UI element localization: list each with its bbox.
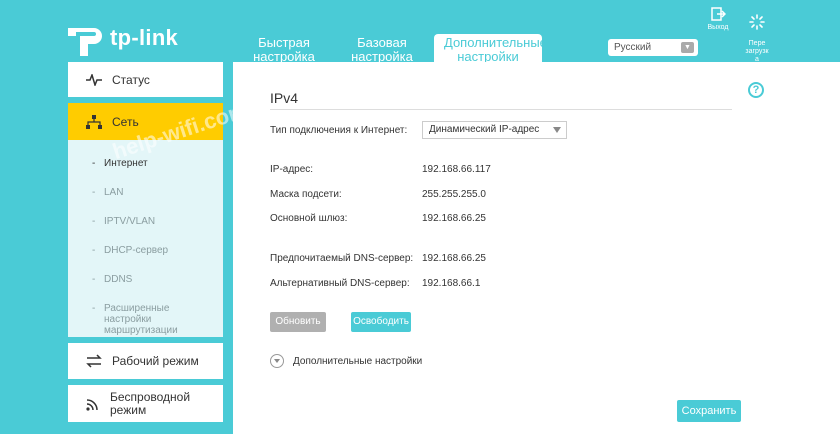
sidebar-subitem-ddns[interactable]: DDNS: [68, 274, 223, 285]
sidebar-item-wireless[interactable]: Беспроводной режим: [68, 385, 223, 422]
primary-dns-label: Предпочитаемый DNS-сервер:: [270, 253, 414, 264]
network-icon: [86, 114, 102, 129]
sidebar-item-status[interactable]: Статус: [68, 62, 223, 97]
section-title: IPv4: [270, 90, 299, 106]
connection-type-value: Динамический IP-адрес: [429, 124, 540, 135]
gateway-value: 192.168.66.25: [422, 213, 486, 224]
language-value: Русский: [614, 42, 652, 53]
tab-advanced[interactable]: Дополнительные настройки: [434, 34, 547, 64]
save-button[interactable]: Сохранить: [677, 400, 741, 422]
advanced-settings-label: Дополнительные настройки: [293, 355, 423, 367]
logout-label: Выход: [707, 24, 729, 31]
sidebar-item-label: Рабочий режим: [112, 354, 199, 368]
sidebar-item-operation-mode[interactable]: Рабочий режим: [68, 343, 223, 379]
reboot-button[interactable]: Пере загрузк а: [741, 6, 773, 64]
sidebar: Статус Сеть Интернет LAN IPTV/VLAN DHCP-…: [68, 62, 223, 428]
primary-dns-value: 192.168.66.25: [422, 253, 486, 264]
reboot-icon: [749, 14, 765, 30]
reboot-label: Пере загрузк а: [745, 40, 769, 63]
logout-button[interactable]: Выход: [702, 6, 734, 32]
sidebar-subitem-iptv[interactable]: IPTV/VLAN: [68, 216, 223, 227]
secondary-dns-label: Альтернативный DNS-сервер:: [270, 278, 410, 289]
language-select[interactable]: Русский ▼: [608, 39, 698, 56]
pulse-icon: [86, 73, 102, 86]
section-divider: [270, 109, 732, 110]
subnet-mask-value: 255.255.255.0: [422, 189, 486, 200]
swap-icon: [86, 354, 102, 368]
sidebar-item-label: Беспроводной режим: [110, 389, 191, 417]
connection-type-select[interactable]: Динамический IP-адрес: [422, 121, 567, 139]
sidebar-subitem-dhcp[interactable]: DHCP-сервер: [68, 245, 223, 256]
network-submenu: Интернет LAN IPTV/VLAN DHCP-сервер DDNS …: [68, 140, 223, 337]
ip-address-value: 192.168.66.117: [422, 164, 491, 175]
renew-button[interactable]: Обновить: [270, 312, 326, 332]
main-panel: ? IPv4 Тип подключения к Интернет: Динам…: [233, 62, 840, 434]
wifi-icon: [86, 398, 98, 411]
chevron-down-icon: [553, 127, 561, 133]
advanced-settings-toggle[interactable]: Дополнительные настройки: [270, 354, 422, 368]
secondary-dns-value: 192.168.66.1: [422, 278, 481, 289]
tp-link-logo: tp-link: [66, 18, 178, 58]
subnet-mask-label: Маска подсети:: [270, 189, 342, 200]
sidebar-item-label: Статус: [112, 72, 150, 87]
chevron-down-circle-icon: [270, 354, 284, 368]
sidebar-item-network[interactable]: Сеть: [68, 103, 223, 140]
logo-text: tp-link: [110, 25, 179, 50]
help-icon[interactable]: ?: [748, 82, 764, 98]
sidebar-item-label: Сеть: [112, 114, 139, 129]
sidebar-subitem-routing[interactable]: Расширенные настройки маршрутизации: [68, 303, 223, 336]
sidebar-subitem-internet[interactable]: Интернет: [68, 158, 223, 169]
ip-address-label: IP-адрес:: [270, 164, 314, 175]
gateway-label: Основной шлюз:: [270, 213, 348, 224]
chevron-down-icon: ▼: [681, 42, 694, 53]
connection-type-label: Тип подключения к Интернет:: [270, 125, 408, 136]
tp-link-logo-icon: [66, 18, 106, 58]
sidebar-subitem-lan[interactable]: LAN: [68, 187, 223, 198]
logout-icon: [711, 7, 726, 21]
release-button[interactable]: Освободить: [351, 312, 411, 332]
